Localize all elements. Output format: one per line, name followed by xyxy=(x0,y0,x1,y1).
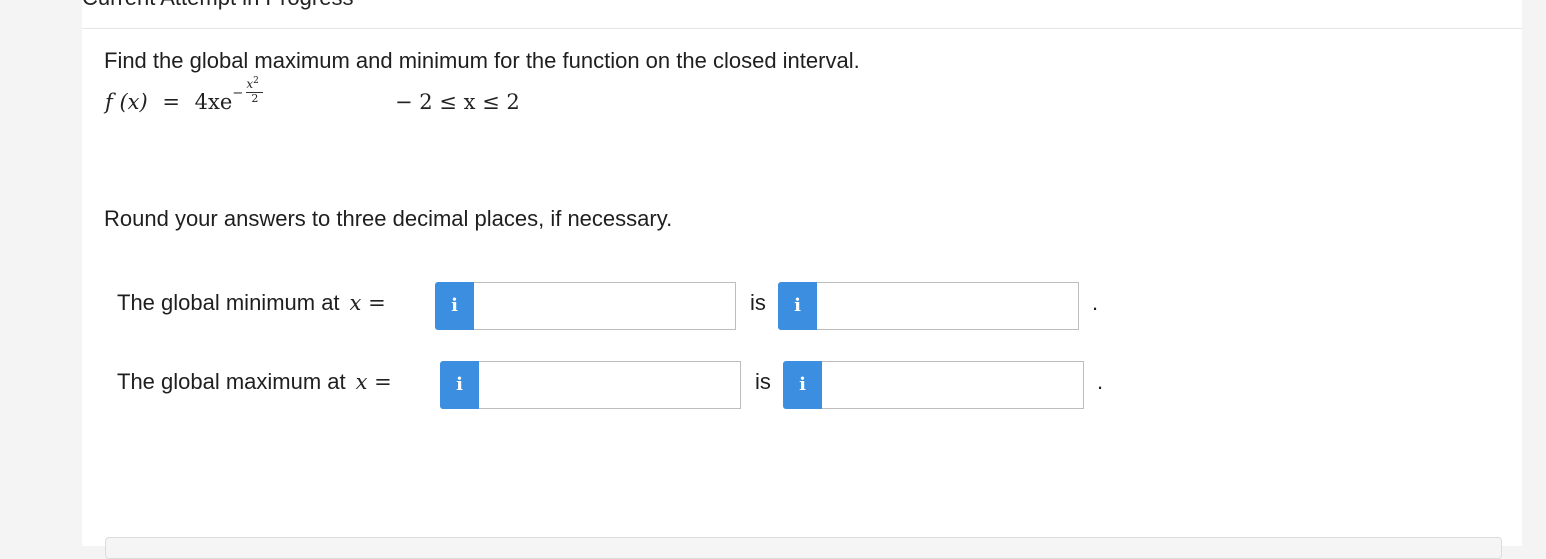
is-label: is xyxy=(750,290,766,315)
exponent-denominator: 2 xyxy=(251,92,259,105)
info-icon[interactable]: i xyxy=(778,282,817,330)
function-rhs-text: 4xe xyxy=(194,90,233,114)
bottom-panel xyxy=(105,537,1502,559)
x-equals-label: x = xyxy=(349,291,386,315)
header-divider xyxy=(82,28,1522,29)
global-minimum-x-input[interactable] xyxy=(474,282,736,330)
question-card: Current Attempt in Progress Find the glo… xyxy=(82,0,1522,559)
period: . xyxy=(1092,290,1099,315)
info-icon[interactable]: i xyxy=(440,361,479,409)
exponent-numerator: x2 xyxy=(246,76,259,91)
exponent-minus: − xyxy=(232,86,244,101)
info-icon[interactable]: i xyxy=(435,282,474,330)
global-maximum-x-input[interactable] xyxy=(479,361,741,409)
global-maximum-row: The global maximum at x = i is i . xyxy=(117,361,1217,409)
function-definition: f (x) = 4xe − x2 2 xyxy=(105,76,269,114)
exponent-numerator-power: 2 xyxy=(253,76,259,86)
global-minimum-label: The global minimum at x = xyxy=(117,290,386,316)
x-equals-label: x = xyxy=(355,370,392,394)
global-maximum-label: The global maximum at x = xyxy=(117,369,392,395)
function-lhs: f (x) xyxy=(105,90,148,114)
interval-definition: − 2 ≤ x ≤ 2 xyxy=(395,90,520,114)
is-label: is xyxy=(755,369,771,394)
global-minimum-row: The global minimum at x = i is i . xyxy=(117,282,1217,330)
function-rhs: 4xe − x2 2 xyxy=(194,76,269,114)
global-maximum-label-text: The global maximum at xyxy=(117,369,346,394)
global-minimum-value-input[interactable] xyxy=(817,282,1079,330)
global-maximum-value-input[interactable] xyxy=(822,361,1084,409)
question-prompt: Find the global maximum and minimum for … xyxy=(104,48,860,73)
rounding-note: Round your answers to three decimal plac… xyxy=(104,206,673,231)
global-minimum-label-text: The global minimum at xyxy=(117,290,340,315)
info-icon[interactable]: i xyxy=(783,361,822,409)
function-equals: = xyxy=(162,90,180,114)
function-exponent: − x2 2 xyxy=(232,76,268,108)
attempt-header: Current Attempt in Progress xyxy=(82,0,353,9)
period: . xyxy=(1097,369,1104,394)
